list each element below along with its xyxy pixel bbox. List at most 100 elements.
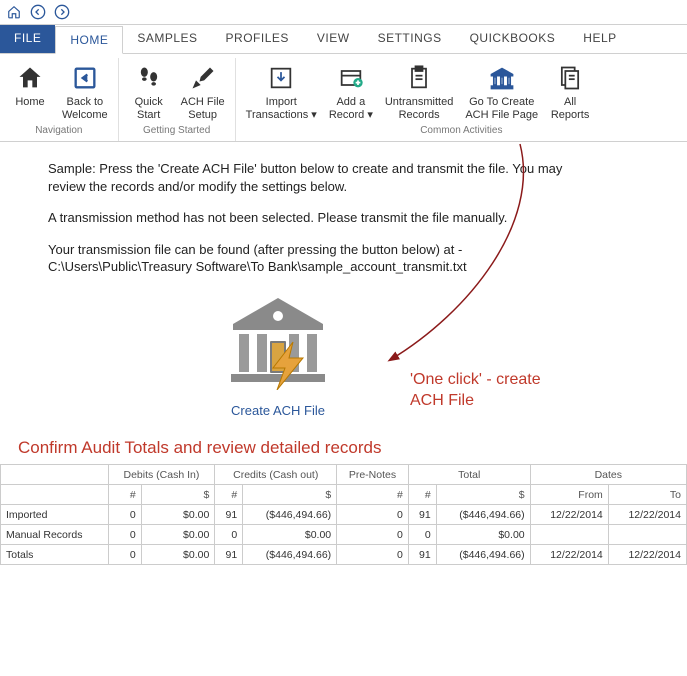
cell: 0: [108, 505, 141, 525]
bank-lightning-icon: [223, 290, 333, 390]
ribbon-label: Back toWelcome: [62, 96, 108, 121]
th: #: [337, 485, 409, 505]
cell: 12/22/2014: [608, 545, 686, 565]
th: #: [108, 485, 141, 505]
th: Total: [408, 465, 530, 485]
ribbon-import[interactable]: ImportTransactions ▾: [240, 60, 323, 123]
cell: 0: [337, 525, 409, 545]
cell: $0.00: [141, 525, 215, 545]
ribbon-add-record[interactable]: Add aRecord ▾: [323, 60, 379, 123]
cell: $0.00: [436, 525, 530, 545]
ribbon-label: QuickStart: [135, 96, 163, 121]
cell: 0: [108, 525, 141, 545]
audit-table: Debits (Cash In) Credits (Cash out) Pre-…: [0, 464, 687, 565]
ribbon-group-common: ImportTransactions ▾ Add aRecord ▾ Untra…: [236, 58, 687, 141]
cell: [530, 525, 608, 545]
table-row: Imported0$0.0091($446,494.66)091($446,49…: [1, 505, 687, 525]
ribbon-all-reports[interactable]: AllReports: [544, 60, 596, 123]
ribbon-untransmitted[interactable]: UntransmittedRecords: [379, 60, 459, 123]
tab-quickbooks[interactable]: QUICKBOOKS: [456, 25, 570, 53]
cell: 0: [337, 545, 409, 565]
th: Debits (Cash In): [108, 465, 215, 485]
cell: ($446,494.66): [243, 545, 337, 565]
ribbon-label: AllReports: [551, 96, 590, 121]
cell: 0: [108, 545, 141, 565]
window-nav-bar: [0, 0, 687, 25]
th: #: [408, 485, 436, 505]
table-header-sub: # $ # $ # # $ From To: [1, 485, 687, 505]
forward-icon[interactable]: [52, 2, 72, 22]
instruction-p2: A transmission method has not been selec…: [48, 209, 588, 227]
bank-icon: [486, 62, 518, 94]
ribbon-home[interactable]: Home: [4, 60, 56, 123]
add-record-icon: [335, 62, 367, 94]
footsteps-icon: [133, 62, 165, 94]
th: [1, 465, 109, 485]
cell: 91: [215, 545, 243, 565]
instruction-p1: Sample: Press the 'Create ACH File' butt…: [48, 160, 588, 195]
cell: $0.00: [243, 525, 337, 545]
ribbon-group-label: Navigation: [4, 123, 114, 139]
cell: $0.00: [141, 545, 215, 565]
th: Dates: [530, 465, 686, 485]
cell: 12/22/2014: [608, 505, 686, 525]
main-content: Sample: Press the 'Create ACH File' butt…: [0, 142, 687, 432]
row-label: Totals: [1, 545, 109, 565]
tab-settings[interactable]: SETTINGS: [364, 25, 456, 53]
ribbon-group-label: Getting Started: [123, 123, 231, 139]
tab-samples[interactable]: SAMPLES: [123, 25, 211, 53]
back-icon[interactable]: [28, 2, 48, 22]
tab-view[interactable]: VIEW: [303, 25, 364, 53]
cell: 0: [337, 505, 409, 525]
ribbon-label: Home: [15, 96, 44, 109]
table-header-groups: Debits (Cash In) Credits (Cash out) Pre-…: [1, 465, 687, 485]
cell: 12/22/2014: [530, 505, 608, 525]
cell: 0: [408, 525, 436, 545]
reports-icon: [554, 62, 586, 94]
ribbon: Home Back toWelcome Navigation QuickStar…: [0, 54, 687, 142]
th: Pre-Notes: [337, 465, 409, 485]
cell: ($446,494.66): [436, 505, 530, 525]
row-label: Manual Records: [1, 525, 109, 545]
th: $: [141, 485, 215, 505]
import-icon: [265, 62, 297, 94]
home-icon[interactable]: [4, 2, 24, 22]
tools-icon: [187, 62, 219, 94]
tab-home[interactable]: HOME: [55, 26, 123, 54]
row-label: Imported: [1, 505, 109, 525]
callout-text: 'One click' - createACH File: [410, 370, 541, 412]
table-row: Manual Records0$0.000$0.0000$0.00: [1, 525, 687, 545]
cell: 12/22/2014: [530, 545, 608, 565]
back-welcome-icon: [69, 62, 101, 94]
cell: 0: [215, 525, 243, 545]
cell: ($446,494.66): [243, 505, 337, 525]
cell: $0.00: [141, 505, 215, 525]
tab-file[interactable]: FILE: [0, 25, 55, 53]
ribbon-label: UntransmittedRecords: [385, 96, 453, 121]
instruction-p3: Your transmission file can be found (aft…: [48, 241, 588, 276]
ribbon-label: Go To CreateACH File Page: [465, 96, 538, 121]
ribbon-back-welcome[interactable]: Back toWelcome: [56, 60, 114, 123]
ribbon-group-label: Common Activities: [240, 123, 683, 139]
th: From: [530, 485, 608, 505]
cell: [608, 525, 686, 545]
th: $: [436, 485, 530, 505]
th: #: [215, 485, 243, 505]
cell: ($446,494.66): [436, 545, 530, 565]
section-heading: Confirm Audit Totals and review detailed…: [0, 432, 687, 464]
home-icon: [14, 62, 46, 94]
clipboard-icon: [403, 62, 435, 94]
ribbon-quick-start[interactable]: QuickStart: [123, 60, 175, 123]
ribbon-group-getting-started: QuickStart ACH FileSetup Getting Started: [119, 58, 236, 141]
tab-profiles[interactable]: PROFILES: [212, 25, 303, 53]
th: $: [243, 485, 337, 505]
create-ach-block[interactable]: Create ACH File: [188, 290, 368, 418]
ribbon-group-navigation: Home Back toWelcome Navigation: [0, 58, 119, 141]
th: Credits (Cash out): [215, 465, 337, 485]
ribbon-label: ImportTransactions ▾: [246, 96, 317, 121]
tab-help[interactable]: HELP: [569, 25, 630, 53]
th: [1, 485, 109, 505]
ribbon-ach-setup[interactable]: ACH FileSetup: [175, 60, 231, 123]
ribbon-goto-create[interactable]: Go To CreateACH File Page: [459, 60, 544, 123]
create-ach-label: Create ACH File: [188, 403, 368, 418]
